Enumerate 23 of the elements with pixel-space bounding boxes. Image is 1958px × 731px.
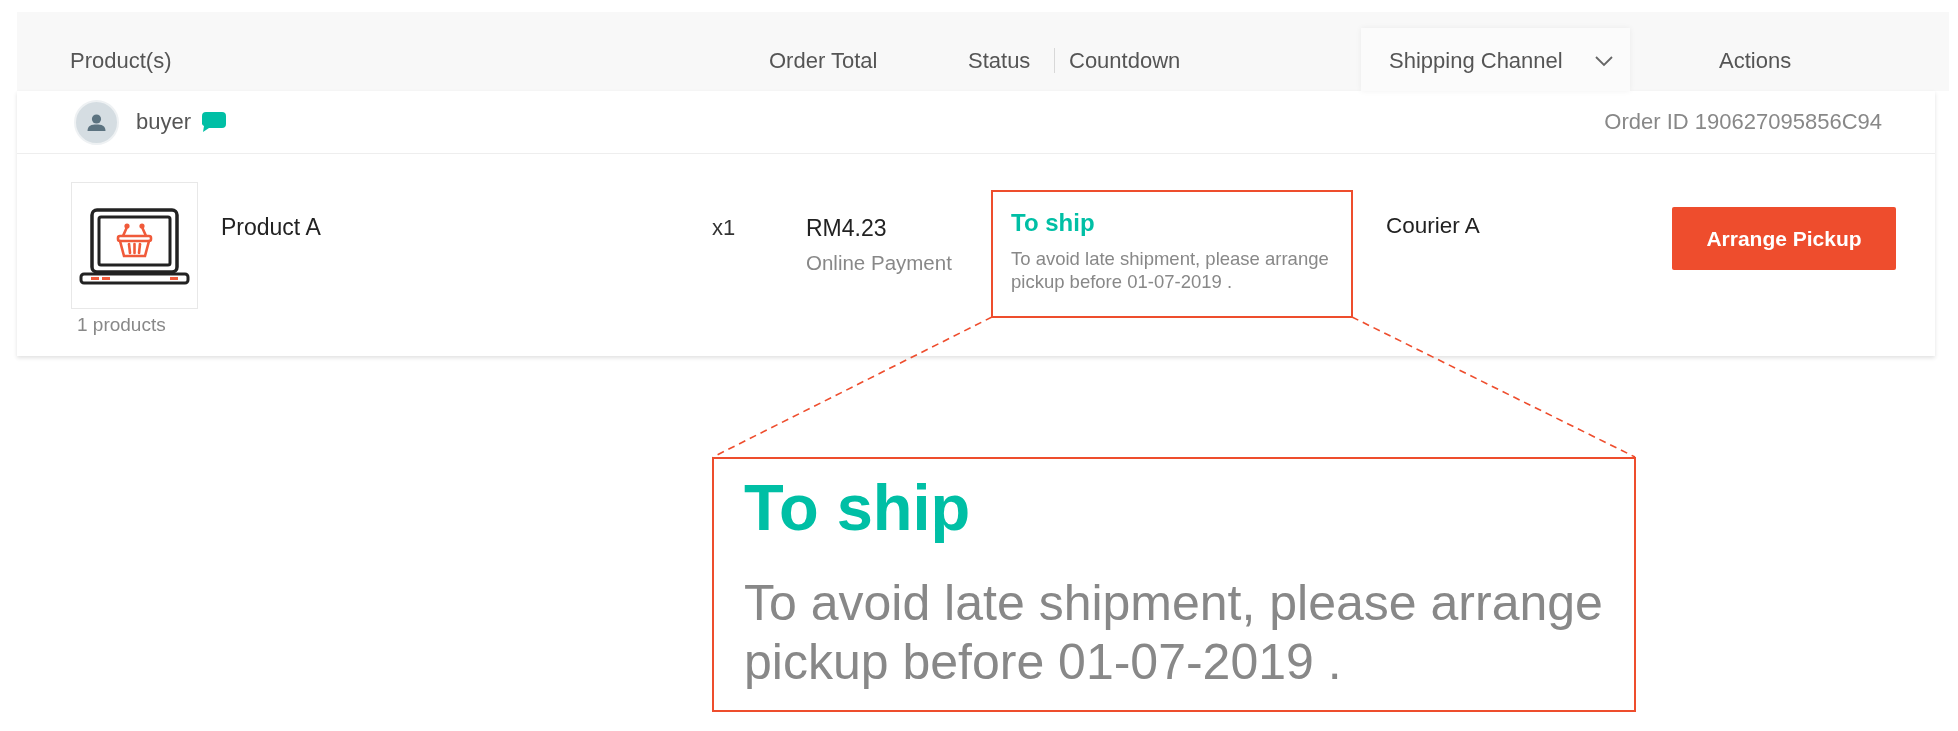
callout-text: To avoid late shipment, please arrange pickup before 01-07-2019 . [744, 574, 1604, 692]
buyer-name: buyer [136, 109, 192, 135]
chat-icon[interactable] [202, 112, 227, 132]
product-quantity: x1 [712, 215, 736, 240]
status-note: To avoid late shipment, please arrange pickup before 01-07-2019 . [1011, 247, 1330, 293]
column-header: Actions [1719, 48, 1792, 73]
order-id: Order ID 190627095856C94 [1604, 109, 1882, 135]
product-count: 1 products [77, 314, 167, 336]
column-header: Countdown [1069, 48, 1181, 73]
column-header: Status [968, 48, 1031, 73]
chevron-down-icon [1594, 55, 1613, 67]
laptop-basket-icon [71, 182, 198, 309]
callout-title: To ship [744, 470, 971, 545]
order-total: RM4.23 [806, 215, 887, 242]
shipping-channel-dropdown[interactable]: Shipping Channel [1361, 28, 1630, 91]
status-label: To ship [1011, 209, 1095, 237]
product-name: Product A [221, 214, 321, 241]
shipping-channel: Courier A [1386, 213, 1480, 238]
arrange-pickup-button[interactable]: Arrange Pickup [1672, 207, 1896, 270]
column-header: Order Total [769, 48, 878, 73]
column-header: Product(s) [70, 48, 172, 73]
payment-method: Online Payment [806, 251, 952, 275]
avatar-icon [74, 99, 119, 145]
